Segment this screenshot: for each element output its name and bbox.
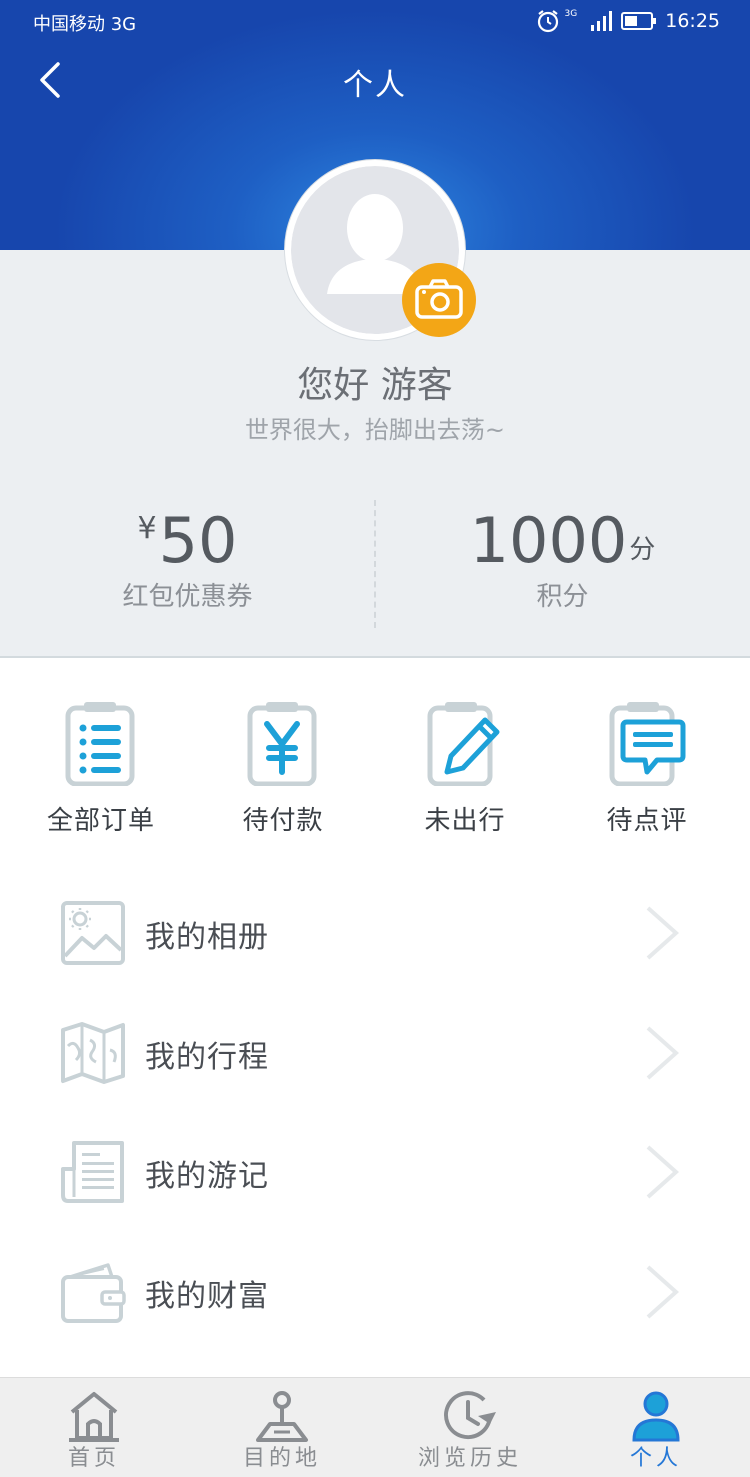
menu-item-wealth[interactable]: 我的财富 (0, 1237, 750, 1347)
greeting-text: 您好 游客 (297, 365, 453, 406)
coupon-currency: ¥ (137, 511, 157, 546)
wallet-icon (61, 1263, 126, 1323)
tab-bar: 首页 目的地 浏览历史 个人 (0, 1377, 750, 1477)
signal-icon (591, 11, 613, 31)
page-title: 个人 (343, 68, 407, 103)
order-to-review-button[interactable]: 待点评 (556, 700, 738, 850)
chevron-right-icon (646, 1265, 680, 1319)
tab-label-history: 浏览历史 (417, 1446, 522, 1471)
points-stat[interactable]: 1000 分 积分 (375, 500, 750, 613)
order-pending-payment-label: 待付款 (242, 806, 324, 836)
tab-label-home: 首页 (67, 1446, 120, 1471)
slogan-text: 世界很大，抬脚出去荡~ (244, 416, 506, 444)
order-shortcuts: 全部订单 待付款 未出行 待点评 (0, 700, 750, 850)
status-icons: 3G 16:25 (535, 8, 720, 34)
menu-item-itinerary[interactable]: 我的行程 (0, 998, 750, 1108)
pencil-edit-icon (427, 702, 500, 786)
order-upcoming-button[interactable]: 未出行 (374, 700, 556, 850)
points-label: 积分 (536, 582, 589, 612)
order-to-review-label: 待点评 (606, 806, 688, 836)
points-value: 1000 (469, 504, 628, 577)
travel-notes-icon (61, 1141, 124, 1203)
menu-label-itinerary: 我的行程 (145, 1040, 269, 1075)
destination-icon (256, 1391, 308, 1442)
section-divider (0, 656, 750, 658)
photo-album-icon (61, 901, 125, 965)
chevron-right-icon (646, 1026, 680, 1080)
map-icon (61, 1022, 125, 1084)
status-time: 16:25 (665, 10, 720, 32)
menu-item-travel-notes[interactable]: 我的游记 (0, 1117, 750, 1227)
status-bar: 中国移动 3G 3G 16:25 (0, 0, 750, 44)
chevron-right-icon (646, 1145, 680, 1199)
order-upcoming-label: 未出行 (424, 806, 506, 836)
person-icon (632, 1391, 680, 1442)
tab-label-destination: 目的地 (242, 1446, 321, 1471)
comment-icon (609, 702, 686, 786)
menu-label-album: 我的相册 (145, 920, 269, 955)
tab-label-profile: 个人 (629, 1446, 682, 1471)
battery-icon (621, 12, 657, 30)
points-unit: 分 (629, 535, 656, 565)
order-all-label: 全部订单 (46, 806, 155, 836)
tab-profile[interactable]: 个人 (562, 1378, 750, 1477)
menu-label-travel-notes: 我的游记 (145, 1159, 269, 1194)
order-pending-payment-button[interactable]: 待付款 (192, 700, 374, 850)
coupon-stat[interactable]: ¥ 50 红包优惠券 (0, 500, 375, 613)
chevron-right-icon (646, 906, 680, 960)
menu-label-wealth: 我的财富 (145, 1279, 269, 1314)
home-icon (69, 1392, 119, 1442)
order-list-icon (65, 702, 135, 786)
camera-icon (415, 279, 463, 319)
tab-destination[interactable]: 目的地 (188, 1378, 376, 1477)
alarm-icon (537, 10, 558, 33)
history-icon (444, 1391, 496, 1440)
tab-history[interactable]: 浏览历史 (376, 1378, 564, 1477)
coupon-value: 50 (158, 504, 238, 577)
carrier-label: 中国移动 3G (33, 14, 137, 35)
order-all-button[interactable]: 全部订单 (10, 700, 192, 850)
tab-home[interactable]: 首页 (0, 1378, 188, 1477)
camera-button[interactable] (402, 263, 476, 337)
menu-item-album[interactable]: 我的相册 (0, 878, 750, 988)
network-badge: 3G (564, 9, 578, 19)
yen-payment-icon (247, 702, 317, 786)
coupon-label: 红包优惠券 (122, 582, 253, 612)
nav-bar: 个人 (0, 46, 750, 114)
